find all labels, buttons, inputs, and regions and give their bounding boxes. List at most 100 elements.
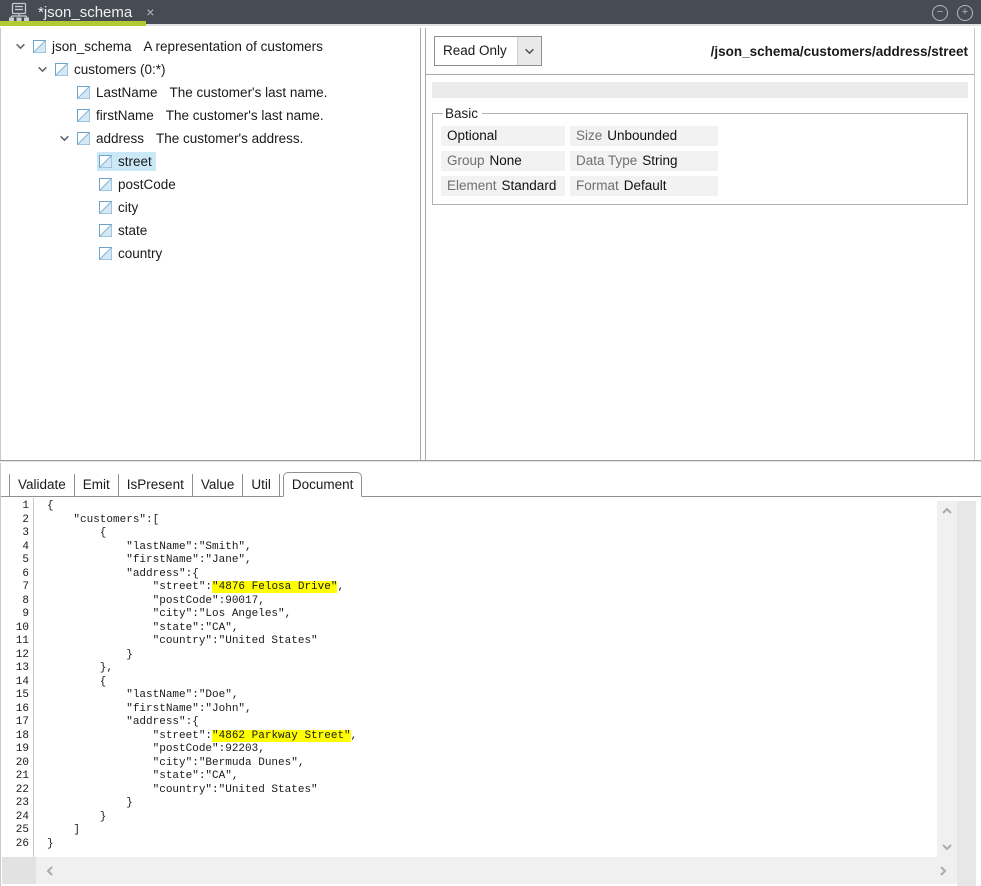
field-label: Size [576,128,602,143]
chevron-down-icon[interactable] [53,133,75,144]
tree-item-json-schema[interactable]: json_schema A representation of customers [1,35,420,58]
code-line: "city":"Los Angeles", [47,608,357,622]
horizontal-scrollbar[interactable] [2,857,957,884]
code-line: { [47,676,357,690]
chevron-down-icon[interactable] [9,41,31,52]
line-number: 11 [1,635,29,649]
code-line: } [47,649,357,663]
tree-item-city[interactable]: city [1,196,420,219]
selected-node-path: /json_schema/customers/address/street [711,44,968,59]
code-line: } [47,838,357,852]
tree-item-postcode[interactable]: postCode [1,173,420,196]
tree-item-state[interactable]: state [1,219,420,242]
schema-tree: json_schema A representation of customers… [0,28,421,460]
tree-node-street[interactable]: street [97,152,156,171]
chevron-down-icon[interactable] [31,64,53,75]
field-label: Data Type [576,153,637,168]
tree-item-label: address [96,131,144,146]
schema-document-icon [8,2,30,22]
element-icon [99,178,112,191]
code-line: "lastName":"Doe", [47,689,357,703]
right-margin-strip [957,501,976,886]
element-icon [99,224,112,237]
code-line: } [47,811,357,825]
element-icon [77,109,90,122]
scroll-down-icon[interactable] [941,841,953,853]
line-number: 13 [1,662,29,676]
vertical-scrollbar[interactable] [937,501,957,857]
basic-section-title: Basic [443,106,482,121]
field-label: Group [447,153,485,168]
code-line: { [47,527,357,541]
line-number: 25 [1,824,29,838]
tree-node-firstname[interactable]: firstName [75,106,158,125]
line-number: 9 [1,608,29,622]
scroll-left-icon[interactable] [44,865,56,877]
tree-item-label: firstName [96,108,154,123]
line-number: 1 [1,500,29,514]
tab-document[interactable]: Document [283,472,363,497]
tab-ispresent[interactable]: IsPresent [119,474,193,496]
line-number-gutter: 1234567891011121314151617181920212223242… [1,498,34,857]
tree-item-lastname[interactable]: LastName The customer's last name. [1,81,420,104]
line-number: 23 [1,797,29,811]
window-maximize-icon[interactable]: + [957,5,973,21]
code-line: { [47,500,357,514]
field-value: String [642,153,677,168]
basic-section: Basic OptionalSizeUnboundedGroupNoneData… [432,106,968,205]
element-icon [99,247,112,260]
tree-item-street[interactable]: street [1,150,420,173]
line-number: 10 [1,622,29,636]
code-line: "country":"United States" [47,784,357,798]
mode-dropdown[interactable]: Read Only [434,36,542,66]
tree-node-json-schema[interactable]: json_schema [31,37,136,56]
code-line: "street":"4862 Parkway Street", [47,730,357,744]
tree-item-address[interactable]: address The customer's address. [1,127,420,150]
code-line: "address":{ [47,568,357,582]
line-number: 24 [1,811,29,825]
dropdown-chevron-icon[interactable] [517,37,541,65]
tree-node-lastname[interactable]: LastName [75,83,162,102]
element-icon [77,132,90,145]
tree-item-description: The customer's address. [156,131,303,146]
document-tab-title[interactable]: *json_schema [38,4,132,21]
line-number: 15 [1,689,29,703]
tree-node-country[interactable]: country [97,244,166,263]
code-line: } [47,797,357,811]
tree-node-customers[interactable]: customers (0:*) [53,60,170,79]
tree-item-customers[interactable]: customers (0:*) [1,58,420,81]
tree-item-description: The customer's last name. [170,85,328,100]
tree-node-postcode[interactable]: postCode [97,175,180,194]
line-number: 26 [1,838,29,852]
highlighted-street-value: "4862 Parkway Street" [212,730,351,742]
element-icon [99,201,112,214]
code-line: "firstName":"John", [47,703,357,717]
code-line: "firstName":"Jane", [47,554,357,568]
tab-emit[interactable]: Emit [75,474,119,496]
tree-item-description: A representation of customers [144,39,323,54]
tree-node-state[interactable]: state [97,221,151,240]
tree-item-firstname[interactable]: firstName The customer's last name. [1,104,420,127]
tab-util[interactable]: Util [243,474,280,496]
tree-node-city[interactable]: city [97,198,142,217]
tab-close-icon[interactable]: × [146,4,154,20]
bottom-panel: ValidateEmitIsPresentValueUtilDocument 1… [0,463,981,886]
window-minimize-icon[interactable]: − [932,5,948,21]
tree-item-country[interactable]: country [1,242,420,265]
code-line: "street":"4876 Felosa Drive", [47,581,357,595]
line-number: 18 [1,730,29,744]
tree-item-description: The customer's last name. [166,108,324,123]
horizontal-splitter[interactable] [0,460,981,462]
line-number: 20 [1,757,29,771]
scroll-up-icon[interactable] [941,505,953,517]
active-tab-underline [0,21,146,26]
line-number: 5 [1,554,29,568]
tree-node-address[interactable]: address [75,129,148,148]
document-source-editor[interactable]: 1234567891011121314151617181920212223242… [1,498,937,857]
tab-value[interactable]: Value [193,474,244,496]
scroll-right-icon[interactable] [937,865,949,877]
code-text[interactable]: { "customers":[ { "lastName":"Smith", "f… [34,498,357,857]
tab-validate[interactable]: Validate [9,474,75,496]
window-tab-bar: *json_schema × − + [0,0,981,26]
element-icon [99,155,112,168]
